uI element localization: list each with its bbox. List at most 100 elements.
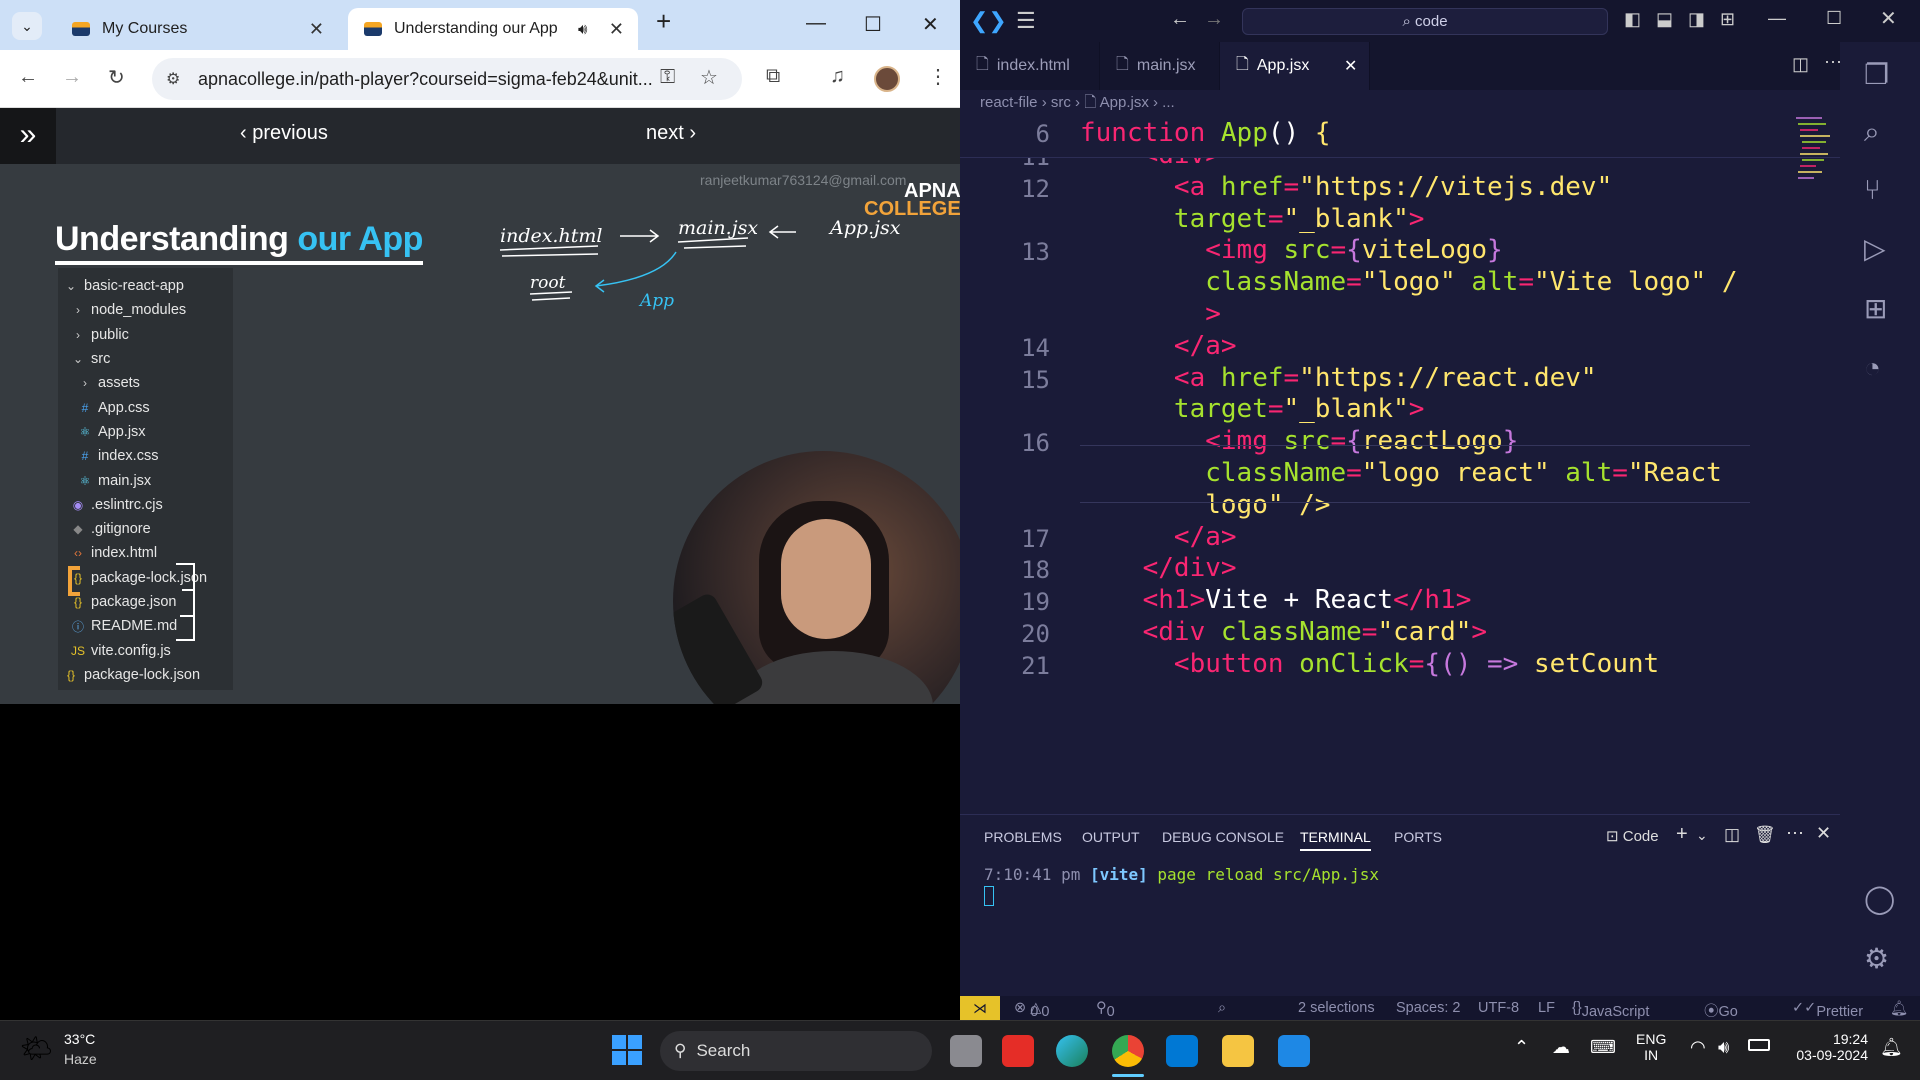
notifications-icon[interactable]: 🔔︎ <box>1880 1037 1903 1058</box>
run-debug-icon[interactable]: ▷ <box>1864 232 1886 265</box>
forward-icon[interactable]: → <box>62 66 82 89</box>
photos-icon[interactable] <box>1278 1035 1310 1067</box>
close-window-button[interactable]: ✕ <box>922 12 939 37</box>
input-language[interactable]: ENG IN <box>1636 1031 1666 1063</box>
close-tab-icon[interactable]: ✕ <box>1344 56 1357 76</box>
minimize-button[interactable]: — <box>806 12 826 35</box>
onedrive-cloud-icon[interactable]: ☁ <box>1552 1037 1570 1058</box>
language-status[interactable]: {} JavaScript JSX <box>1572 1000 1649 1020</box>
ports-status[interactable]: ⚲ 0 <box>1096 1000 1115 1020</box>
split-editor-icon[interactable]: ◫ <box>1792 54 1809 75</box>
command-center[interactable]: ⌕ code <box>1242 8 1608 35</box>
speaker-icon[interactable]: 🔊︎ <box>578 21 587 38</box>
new-tab-button[interactable]: + <box>656 6 671 37</box>
nav-forward-icon[interactable]: → <box>1204 8 1224 31</box>
extensions-icon[interactable]: ⊞ <box>1864 292 1887 325</box>
file-explorer-icon[interactable] <box>1222 1035 1254 1067</box>
video-player[interactable]: ranjeetkumar763124@gmail.com APNA COLLEG… <box>0 164 960 704</box>
close-tab-icon[interactable]: ✕ <box>309 19 324 40</box>
maximize-button[interactable]: ☐ <box>1826 8 1842 29</box>
close-window-button[interactable]: ✕ <box>1880 6 1897 31</box>
tab-ports[interactable]: PORTS <box>1394 829 1442 845</box>
volume-icon[interactable]: 🔊︎ <box>1718 1037 1729 1058</box>
toggle-secondary-sidebar-icon[interactable]: ◨ <box>1688 9 1705 30</box>
tab-main-jsx[interactable]: 🗋 main.jsx <box>1100 42 1220 90</box>
profile-avatar[interactable] <box>874 66 900 92</box>
chevron-up-icon[interactable]: ⌃ <box>1514 1037 1529 1058</box>
weather-haze-icon[interactable]: 🌤︎ <box>20 1033 53 1064</box>
address-bar[interactable]: ⚙ apnacollege.in/path-player?courseid=si… <box>152 58 742 100</box>
minimap[interactable] <box>1796 114 1836 194</box>
new-terminal-icon[interactable]: + <box>1676 823 1688 846</box>
reload-icon[interactable]: ↻ <box>108 65 125 90</box>
youtube-icon[interactable] <box>1002 1035 1034 1067</box>
terminal-selector[interactable]: ⊡ Code <box>1606 827 1659 845</box>
split-terminal-icon[interactable]: ◫ <box>1724 825 1740 845</box>
remote-indicator-icon[interactable]: ⋊ <box>960 996 1000 1020</box>
wifi-icon[interactable]: ◠ <box>1690 1037 1706 1058</box>
zoom-icon[interactable]: ⌕ <box>1218 1000 1226 1016</box>
bookmark-star-icon[interactable]: ☆ <box>700 65 718 90</box>
password-key-icon[interactable]: ⚿ <box>660 66 675 89</box>
more-actions-icon[interactable]: ⋯ <box>1786 823 1804 844</box>
indentation-status[interactable]: Spaces: 2 <box>1396 1000 1461 1016</box>
encoding-status[interactable]: UTF-8 <box>1478 1000 1519 1016</box>
breadcrumb-item[interactable]: react-file <box>980 94 1038 111</box>
taskbar-search[interactable]: ⚲ Search <box>660 1031 932 1071</box>
keyboard-icon[interactable]: ⌨ <box>1590 1037 1616 1058</box>
weather-temperature[interactable]: 33°C <box>64 1031 95 1047</box>
next-button[interactable]: next › <box>646 122 696 145</box>
extensions-icon[interactable]: ⧉ <box>766 65 780 88</box>
back-icon[interactable]: ← <box>18 66 38 89</box>
menu-hamburger-icon[interactable]: ☰ <box>1016 8 1036 34</box>
breadcrumb-item[interactable]: ... <box>1162 94 1175 111</box>
selections-status[interactable]: 2 selections <box>1298 1000 1375 1016</box>
edge-icon[interactable] <box>1056 1035 1088 1067</box>
nav-back-icon[interactable]: ← <box>1170 8 1190 31</box>
close-tab-icon[interactable]: ✕ <box>609 19 624 40</box>
vscode-icon[interactable] <box>1166 1035 1198 1067</box>
tab-understanding-our-app[interactable]: Understanding our App 🔊︎ ✕ <box>348 8 638 50</box>
edge-tools-icon[interactable]: ◔ <box>1864 352 1881 384</box>
media-control-icon[interactable]: ♫ <box>830 65 845 88</box>
weather-description[interactable]: Haze <box>64 1051 97 1067</box>
site-info-icon[interactable]: ⚙ <box>166 69 180 89</box>
explorer-icon[interactable]: ❐ <box>1864 58 1889 91</box>
code-editor[interactable]: 11 <div>12 <a href="https://vitejs.dev" … <box>960 112 1840 814</box>
problems-status[interactable]: ⊗ 0 △ 0 <box>1014 1000 1049 1020</box>
clock[interactable]: 19:24 03-09-2024 <box>1786 1031 1868 1063</box>
search-icon[interactable]: ⌕ <box>1864 116 1880 149</box>
tab-output[interactable]: OUTPUT <box>1082 829 1140 845</box>
settings-gear-icon[interactable]: ⚙ <box>1864 942 1889 975</box>
sticky-scroll[interactable]: 6 function App() { <box>960 112 1840 158</box>
breadcrumb-item[interactable]: src <box>1051 94 1071 111</box>
task-view-icon[interactable] <box>950 1035 982 1067</box>
tab-debug-console[interactable]: DEBUG CONSOLE <box>1162 829 1284 845</box>
tab-index-html[interactable]: 🗋 index.html <box>960 42 1100 90</box>
sidebar-toggle-icon[interactable]: » <box>0 108 56 164</box>
chrome-icon[interactable] <box>1112 1035 1144 1067</box>
accounts-icon[interactable]: ◯ <box>1864 882 1895 915</box>
tab-search-button[interactable]: ⌄ <box>12 12 42 40</box>
customize-layout-icon[interactable]: ⊞ <box>1720 9 1735 30</box>
minimize-button[interactable]: — <box>1768 8 1786 29</box>
trash-icon[interactable]: 🗑︎ <box>1754 825 1776 845</box>
battery-icon[interactable] <box>1748 1039 1770 1051</box>
terminal-output[interactable]: 7:10:41 pm [vite] page reload src/App.js… <box>984 865 1379 906</box>
chevron-down-icon[interactable]: ⌄ <box>1696 827 1708 844</box>
tab-terminal[interactable]: TERMINAL <box>1300 829 1371 851</box>
close-panel-icon[interactable]: ✕ <box>1816 823 1831 844</box>
notifications-bell-icon[interactable]: 🔔︎ <box>1890 1000 1908 1017</box>
maximize-button[interactable]: ☐ <box>864 12 882 37</box>
breadcrumb-item[interactable]: App.jsx <box>1100 94 1149 111</box>
tab-problems[interactable]: PROBLEMS <box>984 829 1062 845</box>
toggle-sidebar-icon[interactable]: ◧ <box>1624 9 1641 30</box>
source-control-icon[interactable]: ⑂ <box>1864 174 1881 206</box>
eol-status[interactable]: LF <box>1538 1000 1555 1016</box>
prettier-status[interactable]: ✓✓ Prettier <box>1792 1000 1863 1020</box>
menu-kebab-icon[interactable]: ⋮ <box>928 64 948 89</box>
tab-app-jsx[interactable]: 🗋 App.jsx ✕ <box>1220 42 1370 90</box>
windows-start-icon[interactable] <box>612 1035 642 1065</box>
previous-button[interactable]: ‹ previous <box>240 122 328 145</box>
toggle-panel-icon[interactable]: ⬓ <box>1656 9 1673 30</box>
